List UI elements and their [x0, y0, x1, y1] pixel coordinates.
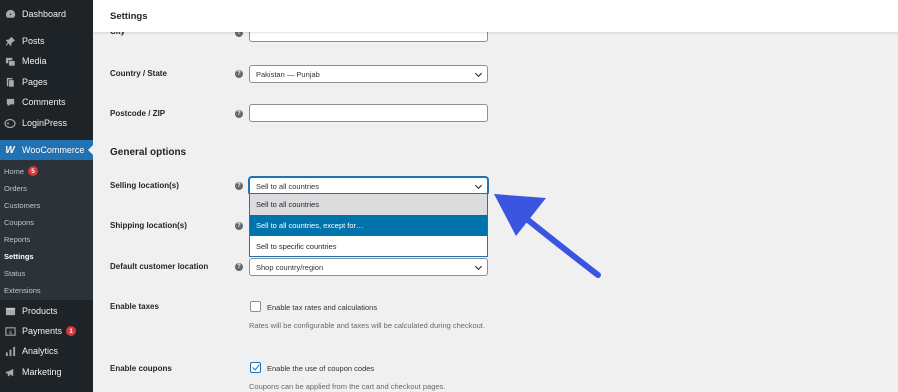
- payments-icon: $: [4, 325, 16, 337]
- sidebar-item-label: Media: [22, 56, 47, 66]
- submenu-item-extensions[interactable]: Extensions: [4, 284, 41, 296]
- section-title: General options: [110, 147, 187, 158]
- chevron-down-icon: [474, 69, 483, 78]
- submenu-item-reports[interactable]: Reports: [4, 233, 30, 245]
- marketing-icon: [4, 366, 16, 378]
- products-icon: [4, 305, 16, 317]
- enable-coupons-checkbox-label[interactable]: Enable the use of coupon codes: [267, 364, 374, 373]
- submenu-item-settings[interactable]: Settings: [4, 250, 34, 262]
- sidebar-item-media[interactable]: Media: [0, 51, 93, 71]
- sidebar-item-label: Products: [22, 306, 58, 316]
- sidebar-item-comments[interactable]: Comments: [0, 92, 93, 112]
- enable-coupons-checkbox[interactable]: [250, 362, 261, 373]
- pin-icon: [4, 35, 16, 47]
- dropdown-option[interactable]: Sell to specific countries: [250, 236, 487, 257]
- help-icon[interactable]: ?: [235, 70, 243, 78]
- shipping-locations-label: Shipping location(s): [110, 221, 187, 230]
- sidebar-item-marketing[interactable]: Marketing: [0, 362, 93, 382]
- enable-taxes-label: Enable taxes: [110, 302, 159, 311]
- help-icon[interactable]: ?: [235, 182, 243, 190]
- postcode-field[interactable]: [249, 104, 488, 122]
- sidebar-item-posts[interactable]: Posts: [0, 31, 93, 51]
- submenu-item-customers[interactable]: Customers: [4, 199, 40, 211]
- media-icon: [4, 55, 16, 67]
- svg-text:$: $: [8, 329, 12, 335]
- submenu-item-label: Orders: [4, 183, 27, 193]
- sidebar-item-label: Payments: [22, 326, 63, 336]
- selling-locations-dropdown: Sell to all countries Sell to all countr…: [249, 193, 488, 257]
- enable-coupons-description: Coupons can be applied from the cart and…: [249, 382, 446, 391]
- submenu-item-label: Coupons: [4, 217, 35, 227]
- sidebar-item-label: Dashboard: [22, 9, 67, 19]
- submenu-item-status[interactable]: Status: [4, 267, 25, 279]
- page-title: Settings: [110, 10, 148, 22]
- select-value: Shop country/region: [256, 262, 324, 272]
- sidebar-item-analytics[interactable]: Analytics: [0, 341, 93, 361]
- sidebar-item-woocommerce[interactable]: W WooCommerce: [0, 140, 93, 160]
- page-header: Settings: [93, 0, 898, 32]
- analytics-icon: [4, 345, 16, 357]
- sidebar-item-label: Pages: [22, 77, 48, 87]
- admin-sidebar: Dashboard Posts Media Pages Comments Log…: [0, 0, 93, 392]
- sidebar-item-label: Analytics: [22, 346, 59, 356]
- submenu-item-label: Home: [4, 166, 25, 176]
- submenu-item-label: Customers: [4, 200, 41, 210]
- enable-taxes-checkbox[interactable]: [250, 301, 261, 312]
- help-icon[interactable]: ?: [235, 110, 243, 118]
- sidebar-item-payments[interactable]: $ Payments 1: [0, 321, 93, 341]
- postcode-label: Postcode / ZIP: [110, 109, 166, 118]
- submenu-item-label: Settings: [4, 251, 34, 261]
- select-value: Sell to all countries: [256, 181, 319, 191]
- comments-icon: [4, 96, 16, 108]
- enable-taxes-description: Rates will be configurable and taxes wil…: [249, 321, 485, 330]
- sidebar-item-label: LoginPress: [22, 118, 68, 128]
- current-menu-caret-icon: [88, 145, 93, 155]
- sidebar-item-dashboard[interactable]: Dashboard: [0, 4, 93, 24]
- notification-badge: 1: [66, 326, 77, 336]
- enable-taxes-checkbox-label[interactable]: Enable tax rates and calculations: [267, 303, 377, 312]
- dropdown-option[interactable]: Sell to all countries, except for…: [250, 215, 487, 236]
- submenu-item-label: Extensions: [4, 285, 41, 295]
- woocommerce-submenu: Home 5 Orders Customers Coupons Reports …: [0, 160, 93, 300]
- default-customer-location-select[interactable]: Shop country/region: [249, 258, 488, 276]
- enable-coupons-label: Enable coupons: [110, 364, 172, 373]
- submenu-item-coupons[interactable]: Coupons: [4, 216, 34, 228]
- sidebar-item-loginpress[interactable]: LoginPress: [0, 113, 93, 133]
- sidebar-item-label: Posts: [22, 36, 45, 46]
- sidebar-item-label: WooCommerce: [22, 145, 85, 155]
- country-state-label: Country / State: [110, 69, 167, 78]
- sidebar-item-label: Comments: [22, 97, 66, 107]
- select-value: Pakistan — Punjab: [256, 69, 320, 79]
- sidebar-item-label: Marketing: [22, 367, 62, 377]
- submenu-item-label: Reports: [4, 234, 31, 244]
- submenu-item-label: Status: [4, 268, 26, 278]
- woocommerce-icon: W: [5, 144, 15, 156]
- default-customer-location-label: Default customer location: [110, 262, 209, 271]
- sidebar-item-pages[interactable]: Pages: [0, 72, 93, 92]
- chevron-down-icon: [474, 262, 483, 271]
- country-state-select[interactable]: Pakistan — Punjab: [249, 65, 488, 83]
- selling-locations-label: Selling location(s): [110, 181, 179, 190]
- help-icon[interactable]: ?: [235, 222, 243, 230]
- annotation-arrow-icon: [494, 194, 601, 278]
- sidebar-item-products[interactable]: Products: [0, 301, 93, 321]
- submenu-item-orders[interactable]: Orders: [4, 182, 27, 194]
- pages-icon: [4, 76, 16, 88]
- submenu-item-home[interactable]: Home 5: [4, 165, 39, 177]
- dropdown-option[interactable]: Sell to all countries: [250, 194, 487, 215]
- loginpress-icon: [4, 117, 16, 129]
- dashboard-icon: [4, 8, 16, 20]
- notification-badge: 5: [28, 166, 39, 176]
- help-icon[interactable]: ?: [235, 263, 243, 271]
- chevron-down-icon: [474, 181, 483, 190]
